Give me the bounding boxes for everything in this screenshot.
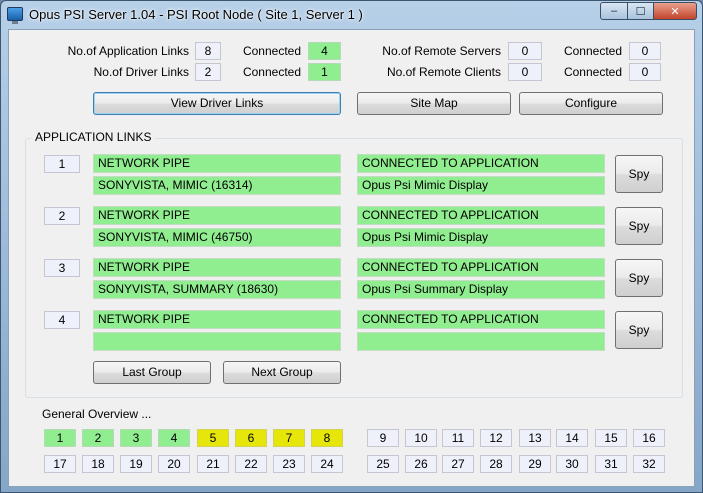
overview-cell-18: 18 bbox=[82, 455, 114, 473]
overview-cell-8: 8 bbox=[311, 429, 343, 447]
remote-clients-value: 0 bbox=[508, 63, 542, 81]
overview-cell-22: 22 bbox=[235, 455, 267, 473]
title-bar[interactable]: Opus PSI Server 1.04 - PSI Root Node ( S… bbox=[1, 1, 702, 29]
overview-cell-21: 21 bbox=[197, 455, 229, 473]
link-number: 1 bbox=[44, 155, 80, 173]
configure-button[interactable]: Configure bbox=[519, 92, 663, 115]
next-group-button[interactable]: Next Group bbox=[223, 361, 341, 384]
servers-connected-label: Connected bbox=[563, 44, 622, 58]
remote-clients-label: No.of Remote Clients bbox=[386, 65, 501, 79]
app-connected-value: 4 bbox=[308, 42, 341, 60]
overview-cell-7: 7 bbox=[273, 429, 305, 447]
app-connected-label: Connected bbox=[242, 44, 301, 58]
overview-cell-31: 31 bbox=[595, 455, 627, 473]
view-driver-links-button[interactable]: View Driver Links bbox=[93, 92, 341, 115]
overview-cell-28: 28 bbox=[480, 455, 512, 473]
application-links-title: APPLICATION LINKS bbox=[31, 130, 156, 144]
overview-cell-10: 10 bbox=[405, 429, 437, 447]
overview-cell-15: 15 bbox=[595, 429, 627, 447]
overview-cell-13: 13 bbox=[519, 429, 551, 447]
link-type: NETWORK PIPE bbox=[93, 310, 341, 329]
driver-connected-label: Connected bbox=[242, 65, 301, 79]
overview-cell-32: 32 bbox=[633, 455, 665, 473]
link-app-name: Opus Psi Mimic Display bbox=[357, 176, 605, 195]
driver-links-label: No.of Driver Links bbox=[93, 65, 189, 79]
remote-servers-label: No.of Remote Servers bbox=[382, 44, 501, 58]
spy-button-1[interactable]: Spy bbox=[615, 155, 663, 193]
driver-connected-value: 1 bbox=[308, 63, 341, 81]
link-status: CONNECTED TO APPLICATION bbox=[357, 310, 605, 329]
overview-cell-4: 4 bbox=[158, 429, 190, 447]
link-status: CONNECTED TO APPLICATION bbox=[357, 154, 605, 173]
driver-links-value: 2 bbox=[195, 63, 221, 81]
overview-cell-1: 1 bbox=[44, 429, 76, 447]
spy-button-4[interactable]: Spy bbox=[615, 311, 663, 349]
link-type: NETWORK PIPE bbox=[93, 258, 341, 277]
overview-cell-29: 29 bbox=[519, 455, 551, 473]
close-button[interactable]: ✕ bbox=[653, 2, 697, 20]
overview-cell-16: 16 bbox=[633, 429, 665, 447]
overview-cell-27: 27 bbox=[442, 455, 474, 473]
maximize-button[interactable]: ☐ bbox=[627, 2, 654, 20]
clients-connected-value: 0 bbox=[629, 63, 661, 81]
client-area: No.of Application Links 8 Connected 4 No… bbox=[8, 29, 695, 487]
overview-cell-17: 17 bbox=[44, 455, 76, 473]
link-source: SONYVISTA, MIMIC (16314) bbox=[93, 176, 341, 195]
overview-cell-23: 23 bbox=[273, 455, 305, 473]
link-type: NETWORK PIPE bbox=[93, 206, 341, 225]
remote-servers-value: 0 bbox=[508, 42, 542, 60]
general-overview-title: General Overview ... bbox=[42, 407, 152, 421]
link-source: SONYVISTA, SUMMARY (18630) bbox=[93, 280, 341, 299]
link-type: NETWORK PIPE bbox=[93, 154, 341, 173]
link-number: 3 bbox=[44, 259, 80, 277]
last-group-button[interactable]: Last Group bbox=[93, 361, 211, 384]
site-map-button[interactable]: Site Map bbox=[357, 92, 511, 115]
link-source bbox=[93, 332, 341, 351]
clients-connected-label: Connected bbox=[563, 65, 622, 79]
monitor-icon bbox=[7, 7, 23, 24]
overview-cell-25: 25 bbox=[367, 455, 399, 473]
link-source: SONYVISTA, MIMIC (46750) bbox=[93, 228, 341, 247]
overview-cell-26: 26 bbox=[405, 455, 437, 473]
link-number: 2 bbox=[44, 207, 80, 225]
overview-cell-30: 30 bbox=[556, 455, 588, 473]
app-links-value: 8 bbox=[195, 42, 221, 60]
overview-cell-3: 3 bbox=[120, 429, 152, 447]
main-window: Opus PSI Server 1.04 - PSI Root Node ( S… bbox=[0, 0, 703, 493]
overview-cell-14: 14 bbox=[556, 429, 588, 447]
link-app-name bbox=[357, 332, 605, 351]
servers-connected-value: 0 bbox=[629, 42, 661, 60]
link-app-name: Opus Psi Summary Display bbox=[357, 280, 605, 299]
overview-cell-5: 5 bbox=[197, 429, 229, 447]
spy-button-3[interactable]: Spy bbox=[615, 259, 663, 297]
minimize-button[interactable]: – bbox=[600, 2, 628, 20]
overview-cell-6: 6 bbox=[235, 429, 267, 447]
link-status: CONNECTED TO APPLICATION bbox=[357, 206, 605, 225]
spy-button-2[interactable]: Spy bbox=[615, 207, 663, 245]
window-title: Opus PSI Server 1.04 - PSI Root Node ( S… bbox=[29, 7, 363, 22]
overview-cell-11: 11 bbox=[442, 429, 474, 447]
link-app-name: Opus Psi Mimic Display bbox=[357, 228, 605, 247]
overview-cell-24: 24 bbox=[311, 455, 343, 473]
overview-cell-12: 12 bbox=[480, 429, 512, 447]
overview-cell-2: 2 bbox=[82, 429, 114, 447]
overview-cell-9: 9 bbox=[367, 429, 399, 447]
overview-cell-19: 19 bbox=[120, 455, 152, 473]
link-number: 4 bbox=[44, 311, 80, 329]
app-links-label: No.of Application Links bbox=[67, 44, 189, 58]
link-status: CONNECTED TO APPLICATION bbox=[357, 258, 605, 277]
overview-cell-20: 20 bbox=[158, 455, 190, 473]
